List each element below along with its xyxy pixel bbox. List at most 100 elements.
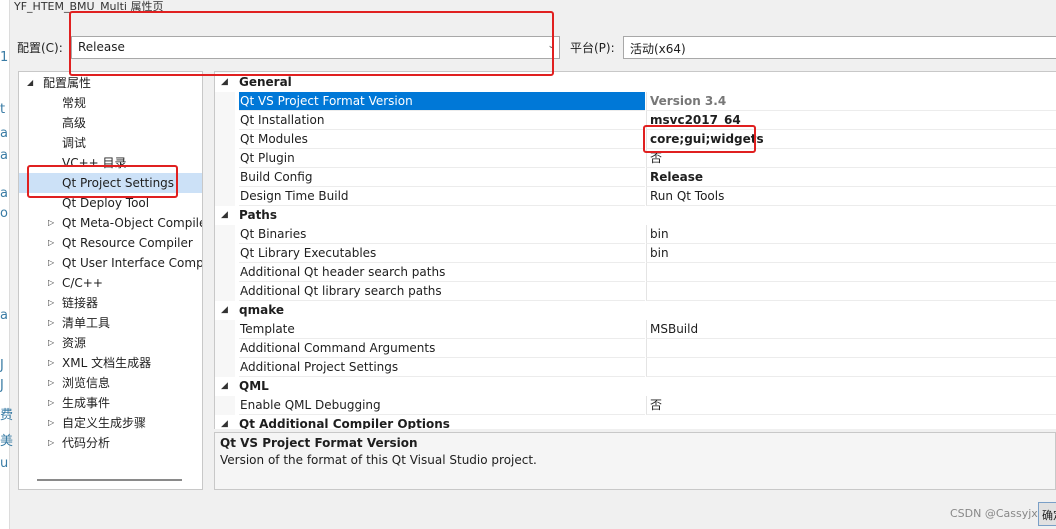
property-value[interactable]: 否 [646, 396, 1056, 415]
tree-item-debugging[interactable]: 调试 [62, 133, 86, 153]
tree-item-label: 资源 [62, 336, 87, 350]
property-value[interactable]: bin [646, 244, 1056, 263]
tree-item-code-analysis[interactable]: ▷ 代码分析 [48, 433, 111, 453]
property-value[interactable]: Run Qt Tools [646, 187, 1056, 206]
platform-dropdown[interactable]: 活动(x64) [623, 36, 1056, 59]
horizontal-scrollbar[interactable] [37, 479, 182, 481]
grid-row[interactable]: Enable QML Debugging 否 [215, 396, 1056, 415]
grid-row[interactable]: Qt Installation msvc2017_64 [215, 111, 1056, 130]
category-general[interactable]: ◢ General [215, 73, 1056, 92]
property-value[interactable]: Version 3.4 [646, 92, 1056, 111]
tree-item-label: 浏览信息 [62, 376, 111, 390]
tree-item-qt-rcc[interactable]: ▷ Qt Resource Compiler [48, 233, 193, 253]
tree-item-qt-deploy-tool[interactable]: Qt Deploy Tool [62, 193, 149, 213]
tree-item-browse-info[interactable]: ▷ 浏览信息 [48, 373, 111, 393]
tree-item-label: 代码分析 [62, 436, 111, 450]
category-paths[interactable]: ◢ Paths [215, 206, 1056, 225]
collapsed-arrow-icon: ▷ [48, 378, 55, 387]
property-value[interactable]: msvc2017_64 [646, 111, 1056, 130]
tree-item-label: Qt Meta-Object Compiler [62, 216, 203, 230]
grid-row[interactable]: Qt Plugin 否 [215, 149, 1056, 168]
grid-row[interactable]: Design Time Build Run Qt Tools [215, 187, 1056, 206]
ok-button[interactable]: 确定 [1038, 502, 1056, 526]
grid-row[interactable]: Additional Qt header search paths [215, 263, 1056, 282]
grid-row[interactable]: Build Config Release [215, 168, 1056, 187]
property-value[interactable] [646, 282, 1056, 301]
expanded-arrow-icon: ◢ [27, 78, 34, 87]
property-name: Additional Qt library search paths [239, 282, 645, 301]
category-qmake[interactable]: ◢ qmake [215, 301, 1056, 320]
category-title: QML [239, 379, 269, 393]
tree-item-linker[interactable]: ▷ 链接器 [48, 293, 99, 313]
collapsed-arrow-icon: ▷ [48, 318, 55, 327]
property-value[interactable]: MSBuild [646, 320, 1056, 339]
property-value[interactable]: Release [646, 168, 1056, 187]
tree-item-label: 常规 [62, 96, 87, 110]
property-value[interactable] [646, 263, 1056, 282]
property-tree: ◢ 配置属性 常规 高级 调试 VC++ 目录 Qt Project Setti… [18, 71, 203, 490]
grid-row[interactable]: Additional Project Settings [215, 358, 1056, 377]
category-title: Paths [239, 208, 277, 222]
property-value[interactable] [646, 339, 1056, 358]
watermark: CSDN @Cassyjx [950, 507, 1038, 520]
grid-row[interactable]: Qt Library Executables bin [215, 244, 1056, 263]
category-compiler-options[interactable]: ◢ Qt Additional Compiler Options [215, 415, 1056, 429]
window-title: YF_HTEM_BMU_Multi 属性页 [14, 0, 164, 13]
category-title: Qt Additional Compiler Options [239, 417, 450, 429]
grid-row[interactable]: Additional Command Arguments [215, 339, 1056, 358]
tree-item-xml-doc[interactable]: ▷ XML 文档生成器 [48, 353, 151, 373]
property-value[interactable]: core;gui;widgets [646, 130, 1056, 149]
config-value: Release [78, 40, 125, 54]
tree-item-cpp[interactable]: ▷ C/C++ [48, 273, 103, 293]
description-panel: Qt VS Project Format Version Version of … [214, 432, 1056, 490]
tree-item-vc-directories[interactable]: VC++ 目录 [62, 153, 127, 173]
property-name: Qt Installation [239, 111, 645, 130]
tree-item-qt-uic[interactable]: ▷ Qt User Interface Compiler [48, 253, 203, 273]
property-name: Qt Binaries [239, 225, 645, 244]
grid-row[interactable]: Template MSBuild [215, 320, 1056, 339]
category-qml[interactable]: ◢ QML [215, 377, 1056, 396]
grid-row[interactable]: Qt Binaries bin [215, 225, 1056, 244]
collapsed-arrow-icon: ▷ [48, 438, 55, 447]
tree-item-label: C/C++ [62, 276, 103, 290]
tree-item-label: 高级 [62, 116, 87, 130]
tree-item-label: Qt User Interface Compiler [62, 256, 203, 270]
platform-value: 活动(x64) [630, 42, 686, 56]
grid-row[interactable]: Additional Qt library search paths [215, 282, 1056, 301]
tree-item-general[interactable]: 常规 [62, 93, 86, 113]
collapsed-arrow-icon: ▷ [48, 238, 55, 247]
tree-item-resources[interactable]: ▷ 资源 [48, 333, 87, 353]
tree-item-qt-project-settings[interactable]: Qt Project Settings [19, 173, 202, 193]
property-name: Additional Project Settings [239, 358, 645, 377]
tree-item-label: 链接器 [62, 296, 99, 310]
tree-item-manifest-tool[interactable]: ▷ 清单工具 [48, 313, 111, 333]
property-name: Build Config [239, 168, 645, 187]
property-name: Design Time Build [239, 187, 645, 206]
tree-item-advanced[interactable]: 高级 [62, 113, 86, 133]
tree-root[interactable]: ◢ 配置属性 [27, 73, 91, 93]
tree-item-custom-build[interactable]: ▷ 自定义生成步骤 [48, 413, 146, 433]
tree-item-label: Qt Project Settings [62, 176, 175, 190]
chevron-down-icon: ⌄ [547, 41, 555, 51]
platform-label: 平台(P): [570, 41, 615, 55]
expanded-arrow-icon: ◢ [221, 210, 228, 220]
category-title: qmake [239, 303, 284, 317]
expanded-arrow-icon: ◢ [221, 381, 228, 391]
property-value[interactable] [646, 358, 1056, 377]
property-name: Enable QML Debugging [239, 396, 645, 415]
grid-row[interactable]: Qt VS Project Format Version Version 3.4 [215, 92, 1056, 111]
config-label: 配置(C): [17, 41, 63, 55]
tree-item-label: 清单工具 [62, 316, 111, 330]
property-name: Qt Plugin [239, 149, 645, 168]
collapsed-arrow-icon: ▷ [48, 358, 55, 367]
category-title: General [239, 75, 292, 89]
tree-item-qt-moc[interactable]: ▷ Qt Meta-Object Compiler [48, 213, 203, 233]
tree-item-label: 调试 [62, 136, 87, 150]
description-text: Version of the format of this Qt Visual … [220, 453, 537, 467]
property-name: Qt VS Project Format Version [239, 92, 645, 111]
property-value[interactable]: 否 [646, 149, 1056, 168]
property-value[interactable]: bin [646, 225, 1056, 244]
tree-item-build-events[interactable]: ▷ 生成事件 [48, 393, 110, 413]
config-dropdown[interactable]: Release ⌄ [71, 36, 560, 59]
grid-row[interactable]: Qt Modules core;gui;widgets [215, 130, 1056, 149]
